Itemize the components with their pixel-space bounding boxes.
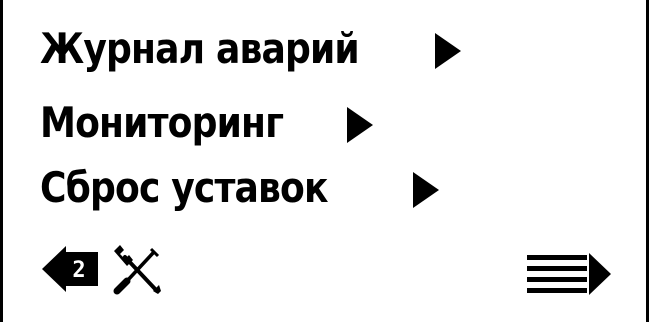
arrow-left-icon: 2 xyxy=(42,246,98,292)
screen-border-left xyxy=(0,0,3,322)
menu-item-label: Журнал аварий xyxy=(40,24,360,73)
next-menu-button[interactable] xyxy=(527,251,611,305)
menu-item-label: Мониторинг xyxy=(40,98,284,147)
menu-item-label: Сброс уставок xyxy=(40,163,329,212)
back-button[interactable]: 2 xyxy=(42,246,100,296)
triangle-right-icon xyxy=(347,107,373,143)
back-page-number: 2 xyxy=(72,258,85,283)
menu-item-monitoring[interactable]: Мониторинг xyxy=(40,98,373,147)
tools-icon[interactable] xyxy=(111,243,163,301)
menu-next-icon xyxy=(527,253,611,295)
triangle-right-icon xyxy=(435,33,461,69)
menu-item-reset-settings[interactable]: Сброс уставок xyxy=(40,163,439,212)
triangle-right-icon xyxy=(413,172,439,208)
lcd-screen: Журнал аварий Мониторинг Сброс уставок 2 xyxy=(0,0,649,322)
menu-item-alarm-log[interactable]: Журнал аварий xyxy=(40,24,461,73)
